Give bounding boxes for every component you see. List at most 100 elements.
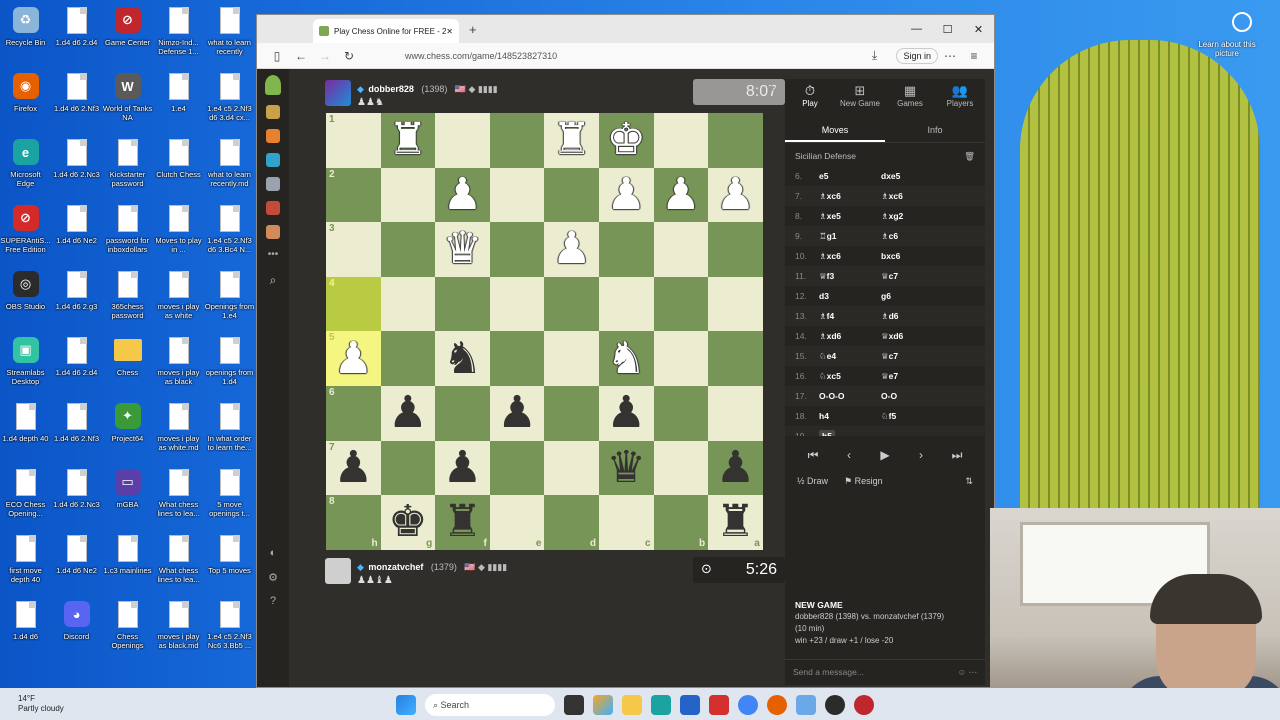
desktop-icon[interactable]: moves i play as black.md (153, 598, 204, 664)
desktop-icon[interactable]: Nimzo-Ind... Defense 1... (153, 4, 204, 70)
notepad-icon[interactable] (796, 695, 816, 715)
board-square[interactable]: ♜ (380, 113, 436, 168)
white-move[interactable]: O-O-O (819, 391, 881, 401)
board-square[interactable] (435, 385, 490, 441)
desktop-icon[interactable]: 1.d4 d6 Ne2 (51, 532, 102, 598)
desktop-icon[interactable]: 1.d4 d6 2.g3 (51, 268, 102, 334)
black-pawn-icon[interactable]: ♟ (334, 445, 373, 490)
board-square[interactable] (544, 276, 599, 332)
board-square[interactable] (489, 167, 545, 223)
learn-about-picture-link[interactable]: Learn about this picture (1192, 40, 1262, 58)
desktop-icon[interactable]: What chess lines to lea... (153, 532, 204, 598)
board-square[interactable]: 4 (326, 276, 381, 332)
white-rook-icon[interactable]: ♜ (552, 118, 591, 162)
news-nav-icon[interactable] (266, 201, 280, 215)
board-square[interactable] (598, 276, 654, 332)
black-move[interactable]: g6 (881, 291, 943, 301)
board-square[interactable]: e (489, 495, 545, 550)
chrome-icon[interactable] (738, 695, 758, 715)
url-field[interactable]: www.chess.com/game/148523827310 (405, 51, 862, 61)
minimize-button[interactable]: — (901, 23, 932, 36)
desktop-icon[interactable]: What chess lines to lea... (153, 466, 204, 532)
board-square[interactable]: 1 (326, 113, 381, 168)
board-square[interactable] (435, 113, 490, 168)
search-nav-icon[interactable]: ⌕ (266, 273, 280, 287)
desktop-icon[interactable]: ◕ Discord (51, 598, 102, 664)
board-square[interactable] (489, 113, 545, 168)
desktop-icon[interactable]: W World of Tanks NA (102, 70, 153, 136)
board-square[interactable] (489, 331, 545, 386)
white-move[interactable]: ♗xe5 (819, 211, 881, 222)
board-square[interactable] (489, 440, 545, 496)
back-icon[interactable]: ← (289, 49, 313, 63)
board-square[interactable]: ♛ (435, 222, 490, 277)
desktop-icon[interactable]: what to learn recently.md (204, 136, 255, 202)
previous-move-button[interactable]: ‹ (834, 444, 864, 466)
desktop-icon[interactable]: ✦ Project64 (102, 400, 153, 466)
board-square[interactable] (653, 113, 709, 168)
white-pawn-icon[interactable]: ♟ (552, 227, 591, 271)
white-move[interactable]: ♖g1 (819, 231, 881, 242)
desktop-icon[interactable]: 1.e4 c5 2.Nf3 Nc6 3.Bb5 ... (204, 598, 255, 664)
desktop-icon[interactable]: 1.d4 d6 2.Nc3 (51, 136, 102, 202)
black-rook-icon[interactable]: ♜ (716, 500, 755, 544)
theme-toggle-icon[interactable]: ◐ (266, 547, 280, 561)
board-settings-icon[interactable]: ⚙ (769, 81, 779, 94)
desktop-icon[interactable]: 1.d4 d6 2.Nc3 (51, 466, 102, 532)
play-nav-icon[interactable] (266, 105, 280, 119)
board-square[interactable]: ♞ (598, 331, 654, 386)
board-square[interactable]: ♟ (708, 440, 763, 496)
white-move[interactable]: ♘xc5 (819, 371, 881, 382)
desktop-icon[interactable]: password for inboxdollars (102, 202, 153, 268)
black-move[interactable]: ♗d6 (881, 311, 943, 322)
sidebar-toggle-icon[interactable]: ▯ (265, 49, 289, 63)
desktop-icon[interactable]: 1.e4 c5 2.Nf3 d6 3.Bc4 N... (204, 202, 255, 268)
panel-tab-players[interactable]: 👥 Players (935, 79, 985, 115)
start-icon[interactable] (396, 695, 416, 715)
board-square[interactable]: g ♚ (380, 495, 436, 550)
board-square[interactable] (380, 440, 436, 496)
board-square[interactable]: ♟ (598, 385, 654, 441)
board-square[interactable]: 5 ♟ (326, 331, 381, 386)
last-move-button[interactable]: ⏭ (942, 444, 972, 466)
board-square[interactable]: ♟ (380, 385, 436, 441)
emoji-icon[interactable]: ☺ ⋯ (957, 667, 977, 678)
current-move[interactable]: h5 (819, 430, 835, 436)
board-square[interactable]: 2 (326, 167, 381, 223)
desktop-icon[interactable]: Kickstarter password (102, 136, 153, 202)
black-move[interactable]: dxe5 (881, 171, 943, 181)
chat-input[interactable]: Send a message... (793, 667, 864, 678)
desktop-icon[interactable]: ▭ mGBA (102, 466, 153, 532)
desktop-icon[interactable]: 1.d4 d6 Ne2 (51, 202, 102, 268)
board-square[interactable] (653, 331, 709, 386)
board-square[interactable]: 8h (326, 495, 381, 550)
desktop-icon[interactable]: ⊘ SUPERAntiS... Free Edition (0, 202, 51, 268)
desktop-icon[interactable]: 1.c3 mainlines (102, 532, 153, 598)
board-square[interactable] (380, 276, 436, 332)
board-square[interactable] (489, 276, 545, 332)
board-square[interactable] (544, 440, 599, 496)
black-move[interactable]: ♗c6 (881, 231, 943, 242)
white-move[interactable]: ♗xc6 (819, 251, 881, 262)
desktop-icon[interactable]: 5 move openings t... (204, 466, 255, 532)
white-pawn-icon[interactable]: ♟ (443, 172, 482, 217)
desktop-icon[interactable]: 1.d4 d6 2.Nf3 (51, 400, 102, 466)
board-square[interactable]: a ♜ (708, 495, 763, 550)
board-square[interactable] (708, 113, 763, 168)
black-queen-icon[interactable]: ♛ (607, 445, 646, 490)
forward-icon[interactable]: → (313, 49, 337, 63)
learn-nav-icon[interactable] (266, 153, 280, 167)
panel-tab-new-game[interactable]: ⊞ New Game (835, 79, 885, 115)
board-square[interactable] (435, 276, 490, 332)
file-explorer-icon[interactable] (622, 695, 642, 715)
white-move[interactable]: h5 (819, 430, 881, 436)
black-king-icon[interactable]: ♚ (388, 500, 427, 544)
board-square[interactable] (708, 331, 763, 386)
black-pawn-icon[interactable]: ♟ (443, 445, 482, 490)
board-square[interactable]: ♟ (489, 385, 545, 441)
draw-button[interactable]: ½ Draw (797, 476, 828, 487)
board-square[interactable] (653, 276, 709, 332)
download-icon[interactable]: ⤓ (862, 48, 886, 63)
taskbar-search[interactable]: ⌕ Search (425, 694, 555, 716)
subtab-moves[interactable]: Moves (785, 119, 885, 142)
